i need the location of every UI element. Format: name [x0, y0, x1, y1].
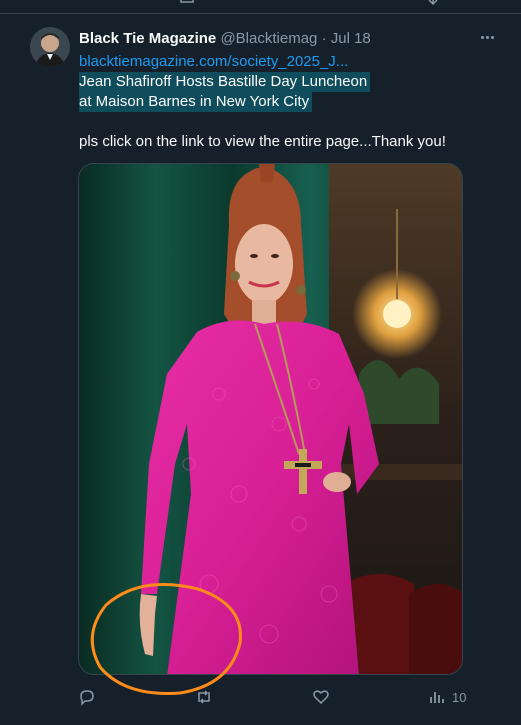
views-button[interactable]: 10 — [428, 687, 466, 707]
post-date[interactable]: Jul 18 — [331, 30, 371, 47]
views-icon — [430, 692, 444, 703]
avatar[interactable] — [30, 27, 70, 67]
tweet-body-text: pls click on the link to view the entire… — [79, 133, 446, 150]
previous-tweet-action-bar — [0, 0, 521, 14]
avatar-image — [30, 27, 70, 67]
author-handle[interactable]: @Blacktiemag — [220, 30, 317, 47]
annotation-circle — [90, 583, 242, 695]
more-options-button[interactable] — [477, 27, 497, 47]
views-count: 10 — [452, 689, 467, 705]
headline-line-2: at Maison Barnes in New York City — [79, 92, 313, 112]
tweet-header: Black Tie Magazine @Blacktiemag · Jul 18 — [79, 30, 371, 48]
like-icon — [313, 690, 329, 705]
separator-dot: · — [321, 30, 327, 47]
previous-action-icon[interactable] — [426, 0, 440, 6]
previous-action-icon[interactable] — [180, 0, 194, 6]
more-icon — [480, 35, 484, 39]
tweet-text: blacktiemagazine.com/society_2025_J... J… — [79, 52, 479, 152]
like-button[interactable] — [312, 687, 330, 707]
article-link[interactable]: blacktiemagazine.com/society_2025_J... — [79, 52, 479, 72]
tweet[interactable]: Black Tie Magazine @Blacktiemag · Jul 18… — [0, 15, 521, 725]
headline-line-1: Jean Shafiroff Hosts Bastille Day Lunche… — [79, 72, 371, 92]
author-name[interactable]: Black Tie Magazine — [79, 30, 216, 47]
